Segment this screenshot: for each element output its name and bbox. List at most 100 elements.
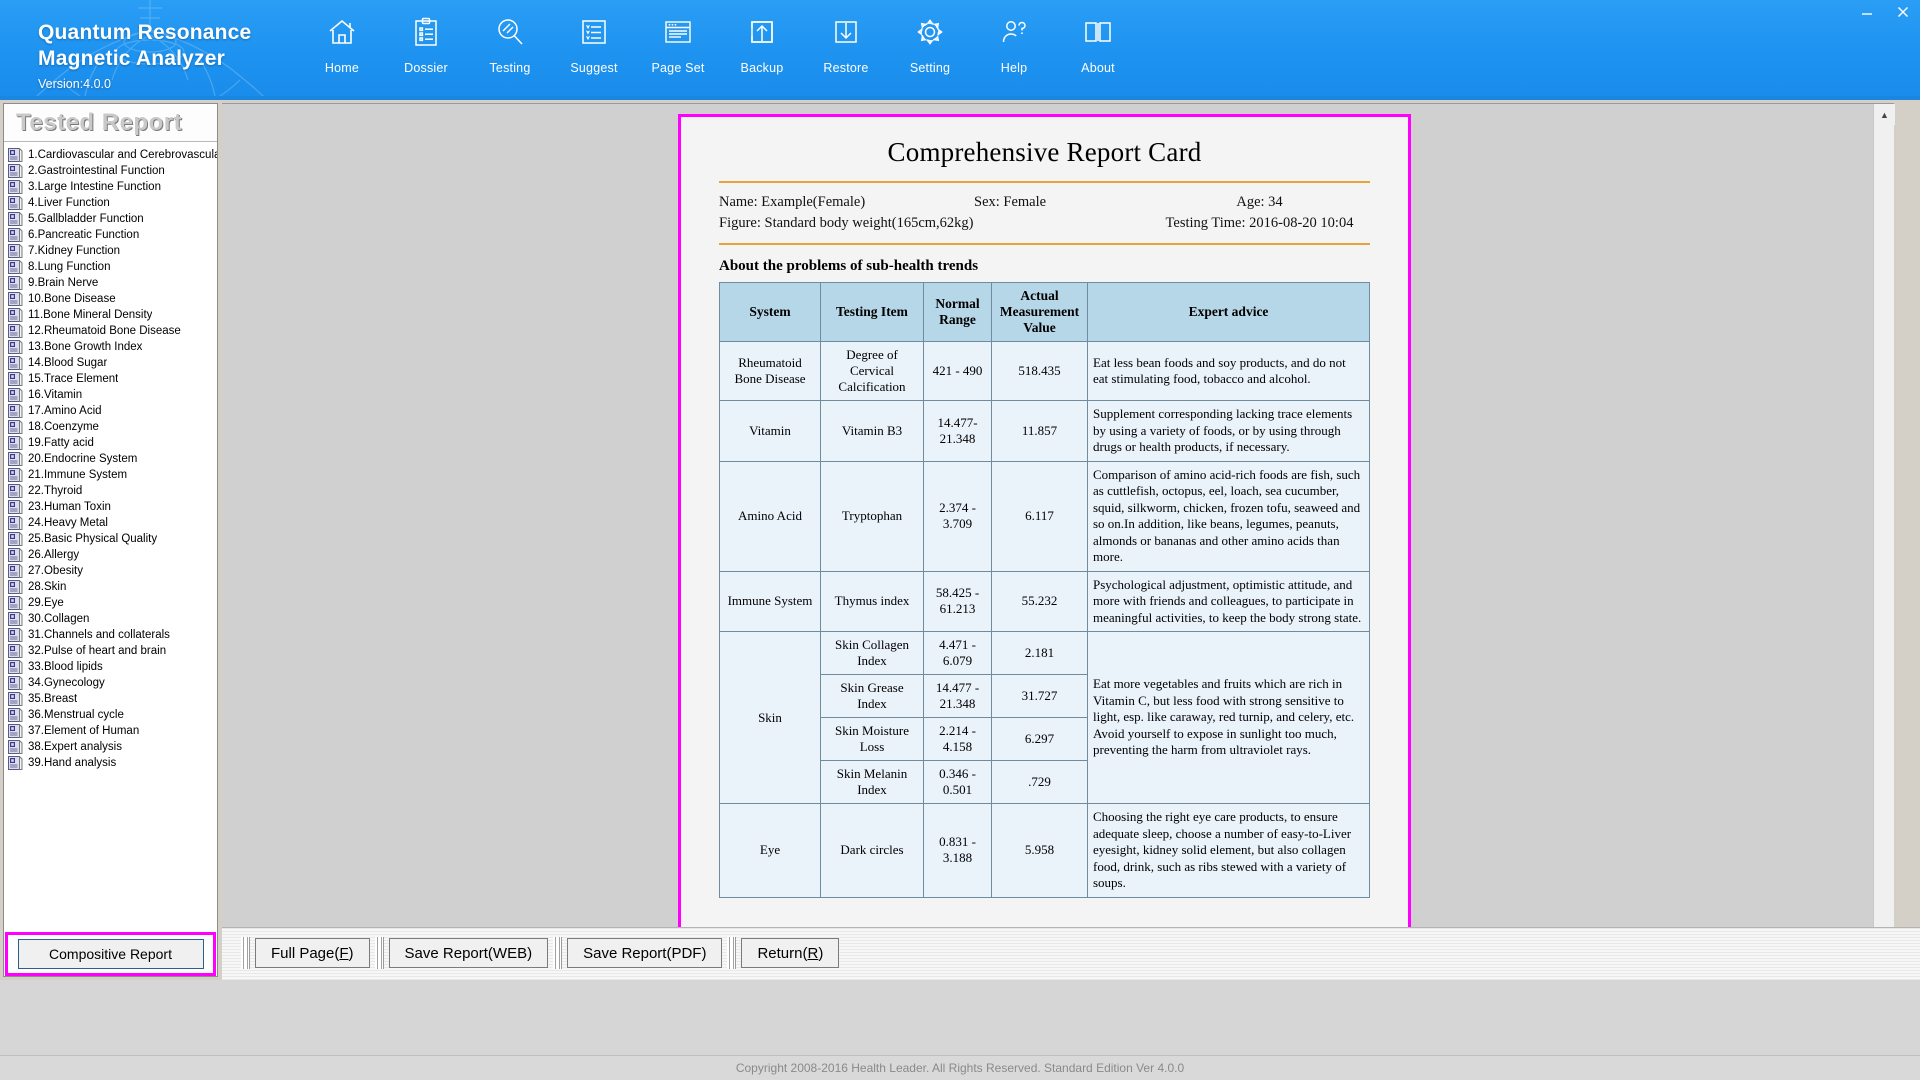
cell-actual-value: 6.297 <box>992 718 1088 761</box>
report-meta: Name: Example(Female) Sex: Female Age: 3… <box>719 192 1370 234</box>
toolbar-item-help[interactable]: Help <box>972 12 1056 75</box>
report-document-icon <box>8 564 23 578</box>
toolbar-grip[interactable] <box>375 937 384 969</box>
tree-item-12[interactable]: 12.Rheumatoid Bone Disease <box>4 323 217 339</box>
tree-item-label: 20.Endocrine System <box>28 453 137 465</box>
tree-item-3[interactable]: 3.Large Intestine Function <box>4 179 217 195</box>
tree-item-label: 39.Hand analysis <box>28 757 116 769</box>
tree-item-6[interactable]: 6.Pancreatic Function <box>4 227 217 243</box>
toolbar-item-testing[interactable]: Testing <box>468 12 552 75</box>
tree-item-5[interactable]: 5.Gallbladder Function <box>4 211 217 227</box>
tree-item-label: 6.Pancreatic Function <box>28 229 139 241</box>
tree-item-36[interactable]: 36.Menstrual cycle <box>4 707 217 723</box>
tree-item-23[interactable]: 23.Human Toxin <box>4 499 217 515</box>
cell-normal-range: 2.214 - 4.158 <box>924 718 992 761</box>
tree-item-label: 11.Bone Mineral Density <box>28 309 152 321</box>
toolbar-item-page-set[interactable]: Page Set <box>636 12 720 75</box>
tree-item-9[interactable]: 9.Brain Nerve <box>4 275 217 291</box>
report-document-icon <box>8 484 23 498</box>
report-document-icon <box>8 532 23 546</box>
tree-item-20[interactable]: 20.Endocrine System <box>4 451 217 467</box>
tree-item-11[interactable]: 11.Bone Mineral Density <box>4 307 217 323</box>
tree-item-label: 10.Bone Disease <box>28 293 116 305</box>
table-row: EyeDark circles0.831 - 3.1885.958Choosin… <box>720 804 1370 898</box>
tree-item-25[interactable]: 25.Basic Physical Quality <box>4 531 217 547</box>
cell-actual-value: 6.117 <box>992 461 1088 571</box>
tree-item-8[interactable]: 8.Lung Function <box>4 259 217 275</box>
sidebar-title-bar: Tested Report <box>4 104 217 142</box>
report-document-icon <box>8 148 23 162</box>
tree-item-24[interactable]: 24.Heavy Metal <box>4 515 217 531</box>
tree-item-13[interactable]: 13.Bone Growth Index <box>4 339 217 355</box>
toolbar-item-restore[interactable]: Restore <box>804 12 888 75</box>
tree-item-31[interactable]: 31.Channels and collaterals <box>4 627 217 643</box>
toolbar-label: Dossier <box>404 61 448 75</box>
cell-normal-range: 4.471 - 6.079 <box>924 632 992 675</box>
tree-item-label: 28.Skin <box>28 581 66 593</box>
viewer-vertical-scrollbar[interactable]: ▲ ▼ <box>1873 104 1894 978</box>
toolbar-item-suggest[interactable]: Suggest <box>552 12 636 75</box>
tree-item-38[interactable]: 38.Expert analysis <box>4 739 217 755</box>
toolbar-item-backup[interactable]: Backup <box>720 12 804 75</box>
report-document-icon <box>8 676 23 690</box>
compositive-report-button[interactable]: Compositive Report <box>18 939 204 969</box>
full-page-button[interactable]: Full Page(F) <box>255 938 370 968</box>
tree-item-label: 27.Obesity <box>28 565 83 577</box>
tree-item-28[interactable]: 28.Skin <box>4 579 217 595</box>
tree-item-26[interactable]: 26.Allergy <box>4 547 217 563</box>
tree-item-2[interactable]: 2.Gastrointestinal Function <box>4 163 217 179</box>
tree-item-29[interactable]: 29.Eye <box>4 595 217 611</box>
tree-item-label: 3.Large Intestine Function <box>28 181 161 193</box>
tree-item-33[interactable]: 33.Blood lipids <box>4 659 217 675</box>
tree-item-35[interactable]: 35.Breast <box>4 691 217 707</box>
toolbar-item-home[interactable]: Home <box>300 12 384 75</box>
tree-item-1[interactable]: 1.Cardiovascular and Cerebrovascular <box>4 147 217 163</box>
tree-item-32[interactable]: 32.Pulse of heart and brain <box>4 643 217 659</box>
tree-item-10[interactable]: 10.Bone Disease <box>4 291 217 307</box>
home-icon <box>327 12 357 52</box>
tree-item-16[interactable]: 16.Vitamin <box>4 387 217 403</box>
return-button[interactable]: Return(R) <box>741 938 839 968</box>
tree-item-19[interactable]: 19.Fatty acid <box>4 435 217 451</box>
toolbar-item-about[interactable]: About <box>1056 12 1140 75</box>
tree-item-17[interactable]: 17.Amino Acid <box>4 403 217 419</box>
minimize-button[interactable] <box>1856 2 1878 22</box>
report-document-icon <box>8 452 23 466</box>
tree-item-7[interactable]: 7.Kidney Function <box>4 243 217 259</box>
close-icon[interactable] <box>1892 2 1914 22</box>
cell-normal-range: 14.477-21.348 <box>924 401 992 462</box>
tree-item-27[interactable]: 27.Obesity <box>4 563 217 579</box>
tree-item-label: 15.Trace Element <box>28 373 118 385</box>
scroll-up-arrow-icon[interactable]: ▲ <box>1874 104 1895 125</box>
toolbar-grip[interactable] <box>553 937 562 969</box>
tree-item-30[interactable]: 30.Collagen <box>4 611 217 627</box>
tree-item-18[interactable]: 18.Coenzyme <box>4 419 217 435</box>
col-actual-value: Actual Measurement Value <box>992 283 1088 342</box>
tested-report-tree[interactable]: 1.Cardiovascular and Cerebrovascular 2.G… <box>4 143 217 938</box>
report-viewer: Comprehensive Report Card Name: Example(… <box>222 103 1894 977</box>
report-document-icon <box>8 276 23 290</box>
tree-item-14[interactable]: 14.Blood Sugar <box>4 355 217 371</box>
toolbar-grip[interactable] <box>727 937 736 969</box>
toolbar-item-setting[interactable]: Setting <box>888 12 972 75</box>
save-report-web-button[interactable]: Save Report(WEB) <box>389 938 549 968</box>
toolbar-grip[interactable] <box>241 937 250 969</box>
toolbar-label: Home <box>325 61 359 75</box>
tree-item-21[interactable]: 21.Immune System <box>4 467 217 483</box>
tree-item-37[interactable]: 37.Element of Human <box>4 723 217 739</box>
toolbar-label: Suggest <box>570 61 617 75</box>
tree-item-39[interactable]: 39.Hand analysis <box>4 755 217 771</box>
meta-age: Age: 34 <box>1149 192 1370 213</box>
tree-item-22[interactable]: 22.Thyroid <box>4 483 217 499</box>
tree-item-4[interactable]: 4.Liver Function <box>4 195 217 211</box>
col-system: System <box>720 283 821 342</box>
save-report-pdf-button[interactable]: Save Report(PDF) <box>567 938 722 968</box>
tree-item-15[interactable]: 15.Trace Element <box>4 371 217 387</box>
cell-testing-item: Skin Collagen Index <box>821 632 924 675</box>
cell-system: Amino Acid <box>720 461 821 571</box>
footer-bar: Copyright 2008-2016 Health Leader. All R… <box>0 1055 1920 1080</box>
cell-system: Rheumatoid Bone Disease <box>720 342 821 401</box>
cell-testing-item: Degree of Cervical Calcification <box>821 342 924 401</box>
tree-item-34[interactable]: 34.Gynecology <box>4 675 217 691</box>
toolbar-item-dossier[interactable]: Dossier <box>384 12 468 75</box>
